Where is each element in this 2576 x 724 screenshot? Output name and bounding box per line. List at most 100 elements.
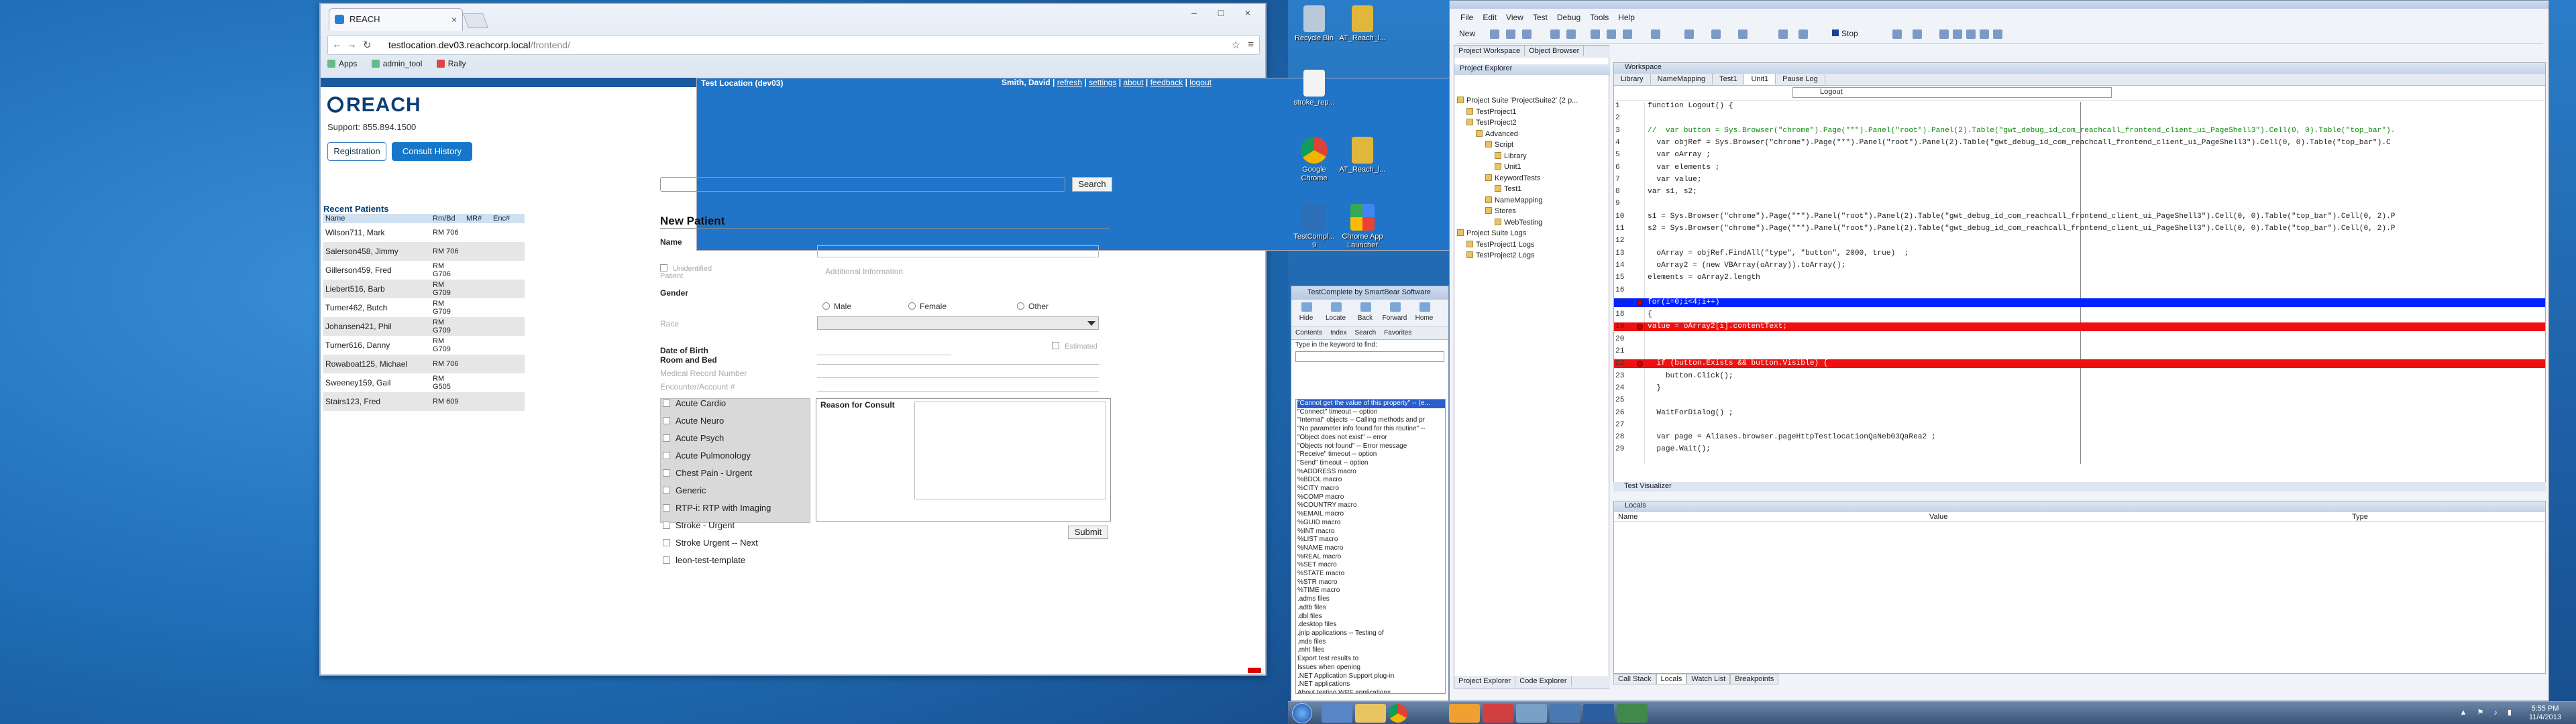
mrn-input[interactable] [817,366,1099,378]
find-icon[interactable] [1651,29,1660,39]
home-button[interactable]: Home [1409,300,1439,322]
table-row[interactable]: Salerson458, Jimmy RM 706 [323,242,525,261]
tab-index[interactable]: Index [1330,329,1346,337]
checkbox[interactable] [663,400,670,407]
list-item[interactable]: %INT macro [1297,528,1445,536]
code-line[interactable]: 3// var button = Sys.Browser("chrome").P… [1614,127,2545,135]
cut-icon[interactable] [1591,29,1600,39]
taskbar-app-icon[interactable] [1516,704,1547,723]
redo-icon[interactable] [1566,29,1576,39]
undo-icon[interactable] [1550,29,1560,39]
tab-pause-log[interactable]: Pause Log [1776,74,1825,84]
consult-type-stroke-urgent[interactable]: Stroke - Urgent [663,520,735,530]
code-line[interactable]: 7 var value; [1614,176,2545,184]
table-row[interactable]: Turner616, Danny RM G709 [323,336,525,355]
code-line[interactable]: 21 [1614,347,2545,356]
list-item[interactable]: "Object does not exist" -- error [1297,434,1445,442]
list-item[interactable]: Export test results to [1297,655,1445,664]
tool-icon[interactable] [1892,29,1902,39]
nav-about-link[interactable]: about [1124,78,1144,87]
code-line[interactable]: 11 s2 = Sys.Browser("chrome").Page("*").P… [1614,225,2545,233]
start-button[interactable] [1292,703,1312,723]
bookmark-star-icon[interactable]: ☆ [1232,39,1240,51]
forward-button[interactable]: Forward [1380,300,1409,322]
list-item[interactable]: .NET Application Support plug-in [1297,672,1445,681]
help-index-list[interactable]: "Cannot get the value of this property" … [1295,399,1446,694]
tree-item[interactable]: TestProject1 Logs [1457,239,1578,251]
desktop-icon-testcomplete[interactable]: TestCompl... 9 [1291,204,1338,250]
tab-search[interactable]: Search [1355,329,1377,337]
desktop-icon-at-reach-1[interactable]: AT_Reach_l... [1339,5,1386,43]
save-icon[interactable] [1506,29,1515,39]
code-line[interactable]: 29 page.Wait(); [1614,445,2545,454]
room-input[interactable] [817,353,1099,365]
checkbox[interactable] [663,539,670,546]
list-item[interactable]: %COUNTRY macro [1297,501,1445,510]
consult-history-button[interactable]: Consult History [392,142,472,161]
new-tab-button[interactable] [462,13,489,28]
code-line[interactable]: 16 [1614,286,2545,295]
locate-button[interactable]: Locate [1321,300,1350,322]
checkbox[interactable] [663,487,670,494]
paste-icon[interactable] [1623,29,1632,39]
col-value[interactable]: Value [1929,513,1947,521]
list-item[interactable]: %STATE macro [1297,570,1445,579]
tool-icon[interactable] [1980,29,1989,39]
list-item[interactable]: Issues when opening [1297,664,1445,672]
tool-icon[interactable] [1711,29,1721,39]
code-line[interactable]: 4 var objRef = Sys.Browser("chrome").Pag… [1614,139,2545,147]
list-item[interactable]: .desktop files [1297,621,1445,629]
taskbar-clock[interactable]: 5:55 PM 11/4/2013 [2529,705,2561,722]
race-select[interactable] [817,316,1099,330]
col-rmbd[interactable]: Rm/Bd [431,214,464,223]
tree-item[interactable]: Unit1 [1457,162,1578,173]
tool-icon[interactable] [1939,29,1949,39]
list-item[interactable]: .dbl files [1297,613,1445,621]
tab-locals[interactable]: Locals [1656,674,1687,684]
list-item[interactable]: "Internal" objects -- Calling methods an… [1297,416,1445,425]
tab-project-explorer[interactable]: Project Explorer [1454,676,1516,686]
tree-item[interactable]: WebTesting [1457,217,1578,229]
menu-tools[interactable]: Tools [1590,13,1609,22]
tree-item[interactable]: Stores [1457,206,1578,217]
tab-unit1[interactable]: Unit1 [1744,74,1776,84]
gender-other-radio[interactable]: Other [1017,302,1049,311]
checkbox[interactable] [663,504,670,511]
copy-icon[interactable] [1607,29,1616,39]
consult-type-generic[interactable]: Generic [663,485,706,495]
list-item[interactable]: "Objects not found" -- Error message [1297,442,1445,451]
list-item[interactable]: "Receive" timeout -- option [1297,450,1445,459]
menu-debug[interactable]: Debug [1557,13,1580,22]
checkbox[interactable] [663,469,670,477]
keyword-input[interactable] [1295,351,1444,362]
desktop-icon-stroke-rep[interactable]: stroke_rep... [1291,70,1338,107]
list-item[interactable]: "No parameter info found for this routin… [1297,425,1445,434]
tool-icon[interactable] [1913,29,1922,39]
tree-item[interactable]: Script [1457,139,1578,151]
list-item[interactable]: About testing WPF applications [1297,689,1445,693]
close-tab-icon[interactable]: × [451,14,457,25]
consult-type-leon-test[interactable]: leon-test-template [663,555,745,565]
col-name[interactable]: Name [1618,513,1638,521]
code-line[interactable]: 14 oArray2 = (new VBArray(oArray)).toArr… [1614,261,2545,270]
list-item[interactable]: %SET macro [1297,561,1445,570]
tool-icon[interactable] [1684,29,1694,39]
menu-help[interactable]: Help [1618,13,1635,22]
table-row[interactable]: Rowaboat125, Michael RM 706 [323,355,525,373]
tree-item[interactable]: Test1 [1457,184,1578,195]
bookmark-rally[interactable]: Rally [436,59,466,68]
url-text[interactable]: testlocation.dev03.reachcorp.local/front… [388,40,570,50]
code-line[interactable]: 5 var oArray ; [1614,151,2545,160]
code-line[interactable]: 1 function Logout() { [1614,102,2545,111]
table-row[interactable]: Gillerson459, Fred RM G706 [323,261,525,280]
tab-contents[interactable]: Contents [1295,329,1322,337]
menu-file[interactable]: File [1460,13,1473,22]
code-line[interactable]: 2 [1614,114,2545,123]
list-item[interactable]: %CITY macro [1297,485,1445,493]
tab-test1[interactable]: Test1 [1713,74,1745,84]
tree-item[interactable]: Project Suite 'ProjectSuite2' (2 p... [1457,95,1578,107]
consult-type-acute-neuro[interactable]: Acute Neuro [663,416,724,426]
list-item[interactable]: .adms files [1297,595,1445,604]
unidentified-checkbox[interactable]: Unidentified Patient [660,264,720,280]
new-button[interactable]: New [1459,29,1475,38]
